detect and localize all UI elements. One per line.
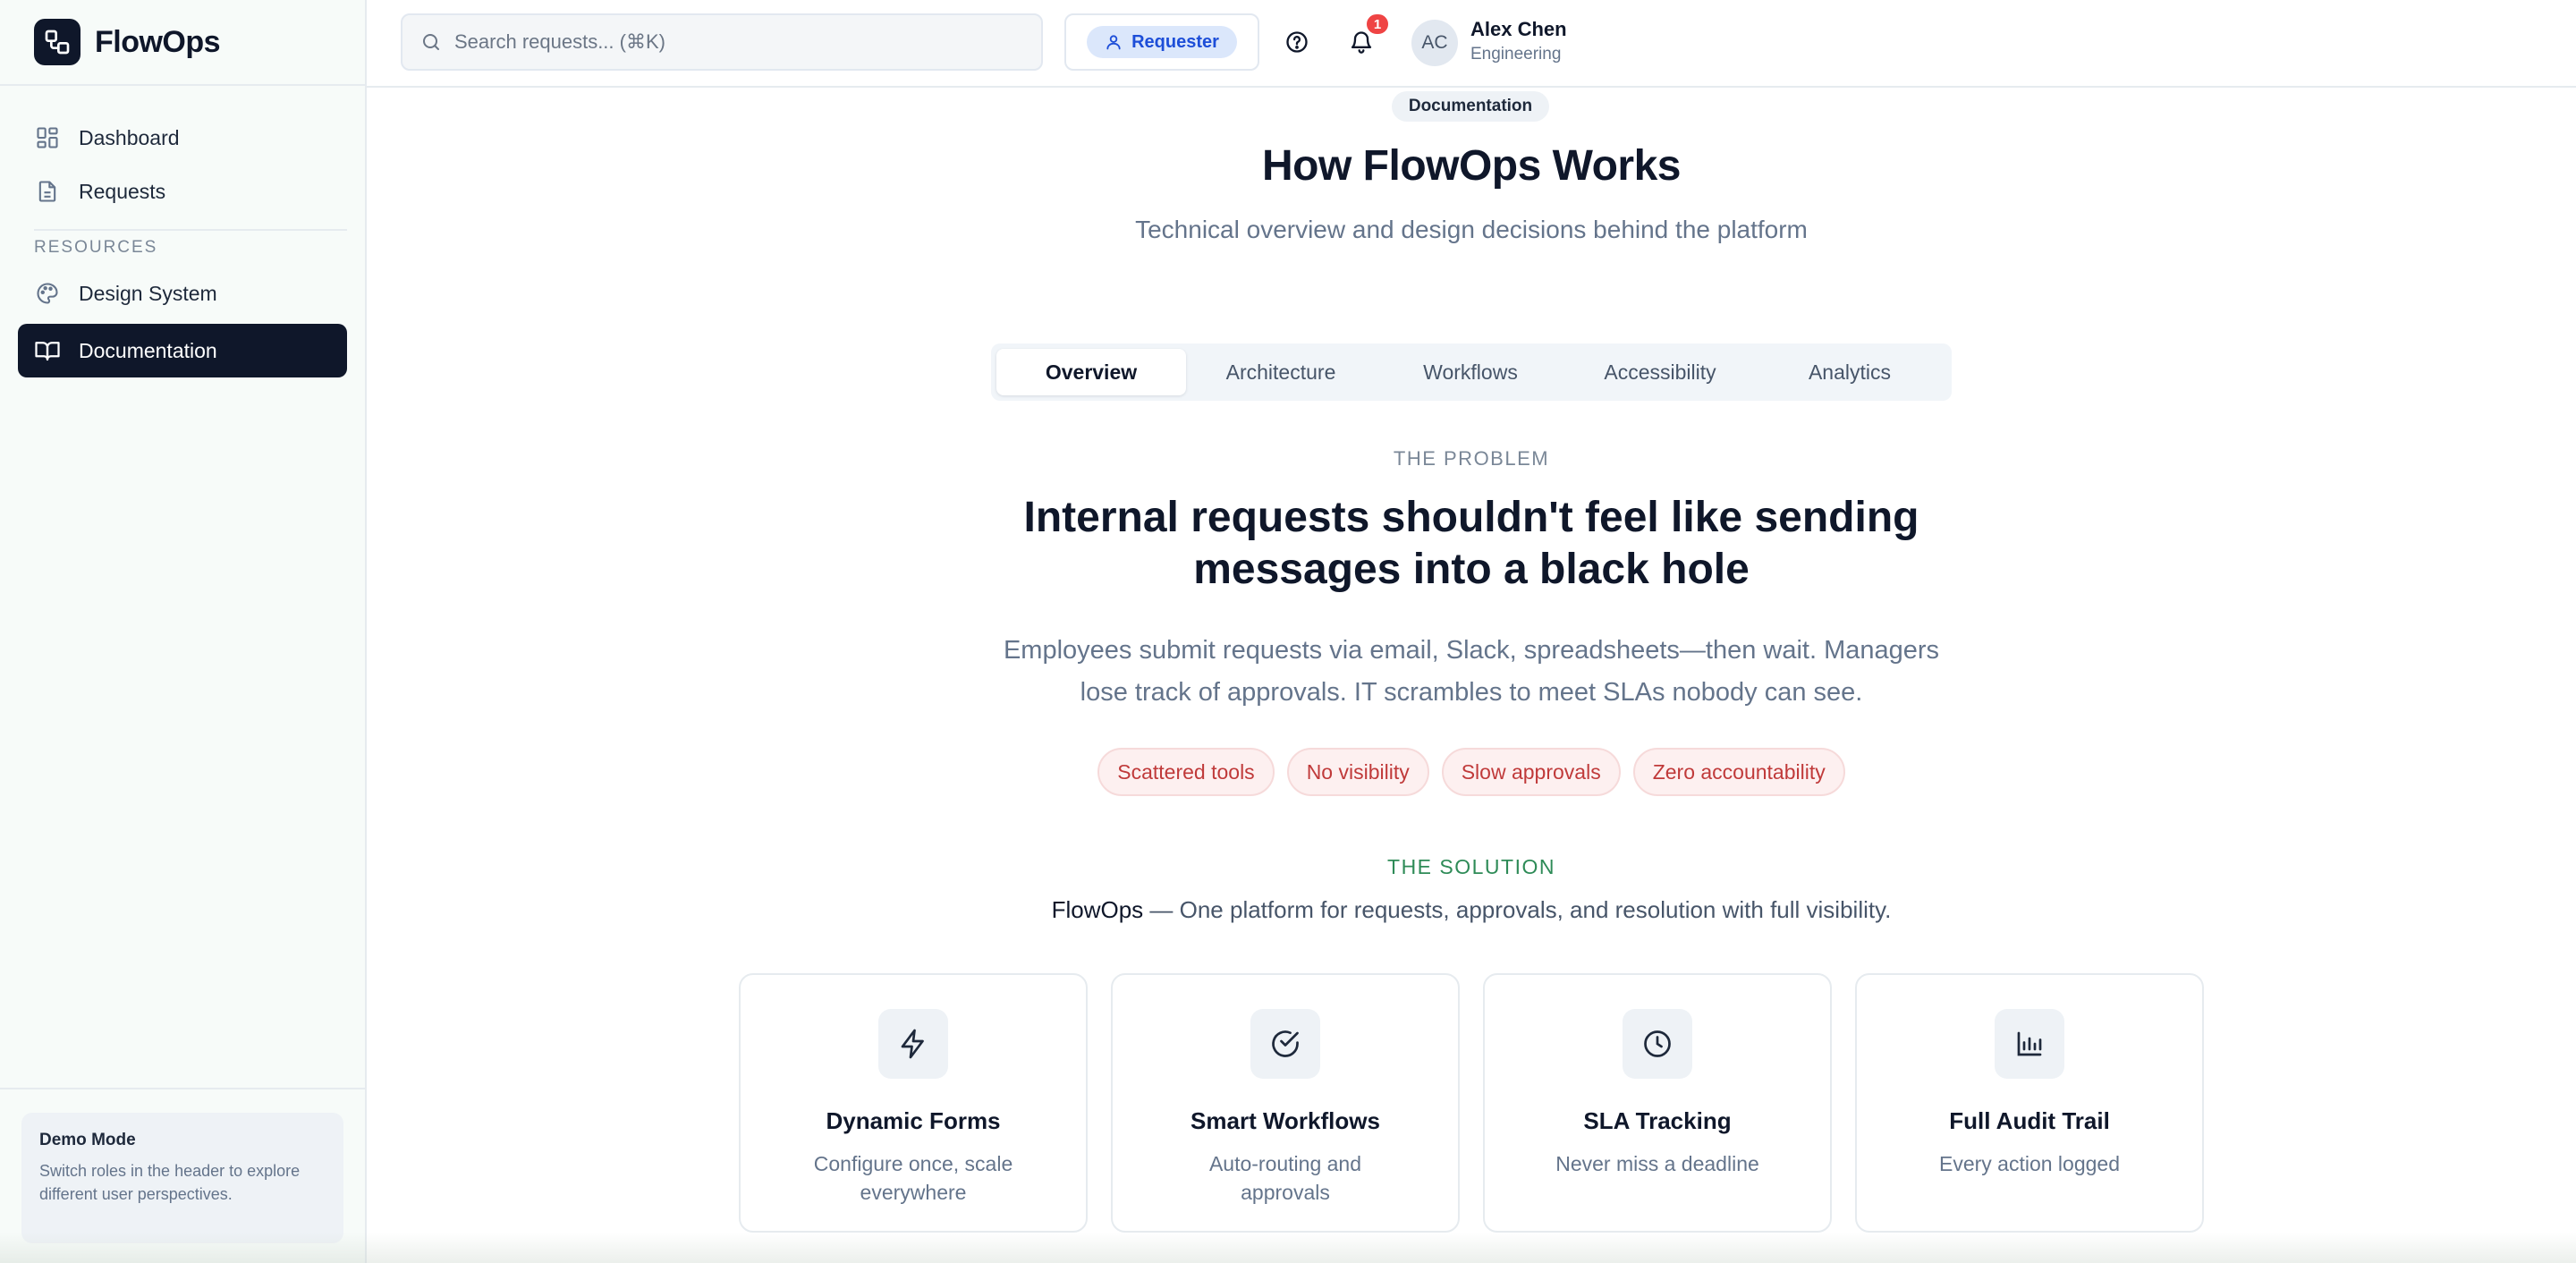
problem-title: Internal requests shouldn't feel like se… [367, 492, 2576, 596]
palette-icon [34, 280, 61, 307]
sidebar-item-label: Dashboard [79, 125, 180, 149]
sidebar-item-label: Design System [79, 281, 217, 305]
check-circle-icon [1250, 1009, 1320, 1079]
tab-workflows[interactable]: Workflows [1376, 349, 1565, 395]
lightning-icon [878, 1009, 948, 1079]
sidebar-divider [0, 1088, 365, 1089]
solution-description: — One platform for requests, approvals, … [1143, 896, 1892, 923]
brand[interactable]: FlowOps [0, 0, 365, 86]
sidebar-divider [34, 229, 347, 231]
tab-overview[interactable]: Overview [996, 349, 1186, 395]
sidebar-nav: Dashboard Requests RESOURCES Design Syst… [0, 111, 365, 377]
book-open-icon [34, 337, 61, 364]
document-icon [34, 178, 61, 205]
top-header: Requester 1 AC Alex Chen Engineering [367, 0, 2576, 88]
feature-card-sla-tracking: SLA Tracking Never miss a deadline [1483, 973, 1832, 1233]
problem-tag: Zero accountability [1632, 748, 1845, 796]
role-switcher[interactable]: Requester [1064, 13, 1259, 71]
sidebar-item-label: Requests [79, 179, 166, 203]
avatar[interactable]: AC [1411, 20, 1458, 66]
solution-text: FlowOps — One platform for requests, app… [367, 896, 2576, 924]
problem-tag: Scattered tools [1097, 748, 1275, 796]
demo-mode-notice: Demo Mode Switch roles in the header to … [21, 1113, 343, 1243]
user-icon [1105, 33, 1123, 51]
user-department: Engineering [1470, 45, 1562, 64]
problem-label: THE PROBLEM [1393, 447, 1550, 470]
page-title: How FlowOps Works [1262, 142, 1681, 190]
role-badge[interactable]: Requester [1087, 26, 1237, 58]
tab-analytics[interactable]: Analytics [1755, 349, 1945, 395]
feature-card-title: Dynamic Forms [826, 1107, 1001, 1134]
feature-card-full-audit-trail: Full Audit Trail Every action logged [1855, 973, 2204, 1233]
feature-card-title: Smart Workflows [1191, 1107, 1380, 1134]
problem-tags: Scattered tools No visibility Slow appro… [367, 748, 2576, 796]
problem-description-line-1: Employees submit requests via email, Sla… [1003, 636, 1940, 665]
sidebar: FlowOps Dashboard Requests RESOURCES Des… [0, 0, 367, 1263]
feature-card-smart-workflows: Smart Workflows Auto-routing and approva… [1111, 973, 1460, 1233]
demo-mode-text: Switch roles in the header to explore di… [39, 1162, 301, 1203]
notification-badge: 1 [1365, 13, 1390, 36]
search-input[interactable] [454, 30, 991, 54]
doc-tabs: Overview Architecture Workflows Accessib… [991, 343, 1952, 401]
documentation-tag: Documentation [1392, 91, 1549, 122]
problem-tag: Slow approvals [1441, 748, 1621, 796]
feature-card-description: Never miss a deadline [1555, 1152, 1759, 1175]
problem-title-line-1: Internal requests shouldn't feel like se… [1023, 494, 1919, 541]
feature-card-dynamic-forms: Dynamic Forms Configure once, scale ever… [739, 973, 1088, 1233]
help-icon[interactable] [1281, 26, 1313, 58]
sidebar-item-dashboard[interactable]: Dashboard [18, 111, 347, 165]
clock-icon [1623, 1009, 1692, 1079]
feature-card-title: SLA Tracking [1583, 1107, 1732, 1134]
brand-name: FlowOps [95, 24, 221, 59]
problem-tag: No visibility [1286, 748, 1429, 796]
dashboard-grid-icon [34, 124, 61, 151]
sidebar-item-design-system[interactable]: Design System [18, 267, 347, 320]
page-subtitle: Technical overview and design decisions … [1135, 216, 1808, 243]
demo-mode-title: Demo Mode [39, 1131, 136, 1149]
sidebar-item-documentation[interactable]: Documentation [18, 324, 347, 377]
solution-brand: FlowOps [1051, 896, 1144, 923]
problem-description-line-2: lose track of approvals. IT scrambles to… [1080, 678, 1863, 707]
solution-label: THE SOLUTION [1387, 855, 1555, 878]
flowops-logo-icon [34, 19, 80, 65]
user-name: Alex Chen [1470, 18, 1567, 40]
role-label: Requester [1131, 31, 1219, 52]
feature-card-title: Full Audit Trail [1949, 1107, 2110, 1134]
feature-card-description: Every action logged [1938, 1152, 2120, 1175]
sidebar-item-label: Documentation [79, 338, 217, 362]
tab-accessibility[interactable]: Accessibility [1565, 349, 1755, 395]
tab-architecture[interactable]: Architecture [1186, 349, 1376, 395]
feature-card-description: Configure once, scale everywhere [813, 1152, 1013, 1204]
main-content: Documentation How FlowOps Works Technica… [367, 88, 2576, 1263]
sidebar-item-requests[interactable]: Requests [18, 165, 347, 218]
search-box[interactable] [401, 13, 1043, 71]
search-icon [420, 31, 442, 53]
section-label-resources: RESOURCES [34, 238, 158, 257]
feature-card-description: Auto-routing and approvals [1208, 1152, 1362, 1204]
problem-title-line-2: messages into a black hole [1193, 546, 1750, 593]
problem-description: Employees submit requests via email, Sla… [367, 630, 2576, 714]
bar-chart-icon [1995, 1009, 2064, 1079]
feature-cards: Dynamic Forms Configure once, scale ever… [739, 973, 2204, 1233]
